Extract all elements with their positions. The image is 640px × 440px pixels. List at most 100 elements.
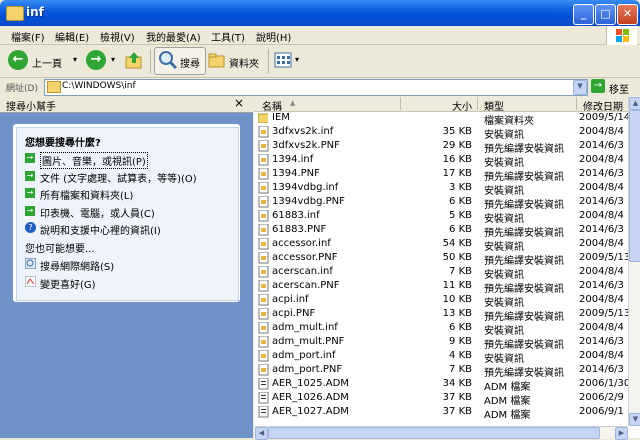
- file-date: 2014/6/3: [579, 364, 624, 375]
- column-separator[interactable]: [400, 97, 401, 110]
- arrow-right-icon: →: [25, 153, 35, 163]
- scroll-right-icon[interactable]: ▶: [615, 427, 628, 440]
- file-name: AER_1025.ADM: [272, 378, 349, 389]
- file-row[interactable]: AER_1027.ADM 37 KB ADM 檔案 2006/9/1: [256, 405, 628, 421]
- file-row[interactable]: AER_1025.ADM 34 KB ADM 檔案 2006/1/30: [256, 377, 630, 393]
- arrow-right-icon: →: [25, 188, 35, 198]
- file-row[interactable]: 1394vdbg.PNF 6 KB 預先編譯安裝資訊 2014/6/3: [256, 195, 628, 211]
- search-question: 您想要搜尋什麼?: [25, 138, 101, 149]
- back-button[interactable]: ←: [8, 50, 28, 70]
- go-arrow-icon[interactable]: →: [591, 79, 605, 93]
- toolbar-separator: [150, 49, 151, 73]
- file-date: 2014/6/3: [579, 196, 624, 207]
- go-button[interactable]: 移至: [609, 81, 629, 96]
- file-row[interactable]: IEM 檔案資料夾 2009/5/14: [256, 111, 631, 127]
- setup-info-icon: [258, 322, 269, 334]
- maximize-button[interactable]: □: [595, 4, 616, 25]
- column-separator[interactable]: [477, 97, 478, 110]
- option-search-internet[interactable]: 搜尋網際網路(S): [40, 258, 114, 273]
- close-button[interactable]: ✕: [617, 4, 638, 25]
- file-row[interactable]: accessor.inf 54 KB 安裝資訊 2004/8/4: [256, 237, 628, 253]
- file-row[interactable]: acerscan.inf 7 KB 安裝資訊 2004/8/4: [256, 265, 628, 281]
- file-name: AER_1026.ADM: [272, 392, 349, 403]
- file-row[interactable]: adm_mult.inf 6 KB 安裝資訊 2004/8/4: [256, 321, 628, 337]
- menu-bar: [0, 26, 640, 45]
- menu-tools[interactable]: 工具(T): [211, 29, 245, 44]
- option-printers-computers-people[interactable]: 印表機、電腦，或人員(C): [40, 205, 155, 220]
- file-row[interactable]: 1394.inf 16 KB 安裝資訊 2004/8/4: [256, 153, 628, 169]
- forward-dropdown-icon[interactable]: ▾: [111, 55, 115, 64]
- file-row[interactable]: adm_port.PNF 7 KB 預先編譯安裝資訊 2014/6/3: [256, 363, 628, 379]
- preferences-icon: [24, 275, 37, 288]
- views-icon[interactable]: [274, 51, 294, 69]
- file-row[interactable]: adm_port.inf 4 KB 安裝資訊 2004/8/4: [256, 349, 628, 365]
- file-date: 2006/2/9: [579, 392, 624, 403]
- scroll-up-icon[interactable]: ▲: [629, 97, 640, 110]
- horizontal-scroll-thumb[interactable]: [268, 427, 600, 439]
- file-size: 16 KB: [442, 154, 472, 165]
- file-date: 2014/6/3: [579, 280, 624, 291]
- file-date: 2004/8/4: [579, 126, 624, 137]
- search-pane-close-button[interactable]: ×: [234, 96, 244, 110]
- back-dropdown-icon[interactable]: ▾: [73, 55, 77, 64]
- file-size: 7 KB: [449, 266, 472, 277]
- file-row[interactable]: acerscan.PNF 11 KB 預先編譯安裝資訊 2014/6/3: [256, 279, 628, 295]
- file-row[interactable]: 1394.PNF 17 KB 預先編譯安裝資訊 2014/6/3: [256, 167, 628, 183]
- file-name: acpi.PNF: [272, 308, 316, 319]
- up-folder-button[interactable]: [124, 50, 144, 70]
- file-size: 37 KB: [442, 406, 472, 417]
- title-bar[interactable]: [0, 0, 640, 26]
- folders-button[interactable]: 資料夾: [229, 55, 259, 70]
- file-row[interactable]: 61883.PNF 6 KB 預先編譯安裝資訊 2014/6/3: [256, 223, 628, 239]
- setup-info-icon: [258, 266, 269, 278]
- forward-button[interactable]: →: [86, 50, 106, 70]
- adm-file-icon: [258, 392, 269, 404]
- up-folder-icon: [125, 52, 142, 69]
- file-name: 3dfxvs2k.inf: [272, 126, 334, 137]
- option-pictures-music-video[interactable]: 圖片、音樂，或視訊(P): [40, 152, 148, 169]
- menu-file[interactable]: 檔案(F): [11, 29, 45, 44]
- setup-info-icon: [258, 126, 269, 138]
- setup-info-icon: [258, 280, 269, 292]
- file-row[interactable]: 1394vdbg.inf 3 KB 安裝資訊 2004/8/4: [256, 181, 628, 197]
- scroll-down-icon[interactable]: ▼: [629, 413, 640, 426]
- file-name: adm_port.inf: [272, 350, 336, 361]
- file-row[interactable]: acpi.inf 10 KB 安裝資訊 2004/8/4: [256, 293, 628, 309]
- menu-view[interactable]: 檢視(V): [100, 29, 135, 44]
- file-row[interactable]: acpi.PNF 13 KB 預先編譯安裝資訊 2009/5/13: [256, 307, 630, 323]
- file-row[interactable]: adm_mult.PNF 9 KB 預先編譯安裝資訊 2014/6/3: [256, 335, 628, 351]
- folder-icon: [47, 81, 61, 93]
- file-row[interactable]: AER_1026.ADM 37 KB ADM 檔案 2006/2/9: [256, 391, 628, 407]
- option-help-support[interactable]: 說明和支援中心裡的資訊(I): [40, 222, 161, 237]
- help-question-icon: ?: [25, 222, 36, 233]
- file-date: 2004/8/4: [579, 322, 624, 333]
- column-separator[interactable]: [576, 97, 577, 110]
- vertical-scroll-thumb[interactable]: [629, 110, 640, 262]
- file-date: 2009/5/14: [579, 112, 631, 123]
- file-row[interactable]: 3dfxvs2k.PNF 29 KB 預先編譯安裝資訊 2014/6/3: [256, 139, 628, 155]
- file-size: 6 KB: [449, 196, 472, 207]
- windows-logo-icon: [606, 26, 637, 46]
- file-size: 34 KB: [442, 378, 472, 389]
- file-row[interactable]: 61883.inf 5 KB 安裝資訊 2004/8/4: [256, 209, 628, 225]
- menu-edit[interactable]: 編輯(E): [55, 29, 89, 44]
- file-date: 2004/8/4: [579, 350, 624, 361]
- menu-help[interactable]: 說明(H): [256, 29, 291, 44]
- option-change-preferences[interactable]: 變更喜好(G): [40, 276, 96, 291]
- scroll-left-icon[interactable]: ◀: [255, 427, 268, 440]
- option-all-files-folders[interactable]: 所有檔案和資料夾(L): [40, 187, 133, 202]
- views-dropdown-icon[interactable]: ▾: [295, 55, 299, 64]
- file-row[interactable]: 3dfxvs2k.inf 35 KB 安裝資訊 2004/8/4: [256, 125, 628, 141]
- option-documents[interactable]: 文件 (文字處理、試算表，等等)(O): [40, 170, 197, 185]
- window-title: inf: [26, 5, 44, 19]
- address-dropdown-icon[interactable]: ▼: [573, 80, 587, 95]
- menu-favorites[interactable]: 我的最愛(A): [146, 29, 201, 44]
- toolbar-separator: [268, 49, 269, 73]
- file-size: 5 KB: [449, 210, 472, 221]
- file-size: 37 KB: [442, 392, 472, 403]
- folders-icon: [208, 51, 226, 69]
- minimize-button[interactable]: _: [573, 4, 594, 25]
- file-row[interactable]: accessor.PNF 50 KB 預先編譯安裝資訊 2009/5/13: [256, 251, 630, 267]
- setup-info-icon: [258, 294, 269, 306]
- file-date: 2004/8/4: [579, 182, 624, 193]
